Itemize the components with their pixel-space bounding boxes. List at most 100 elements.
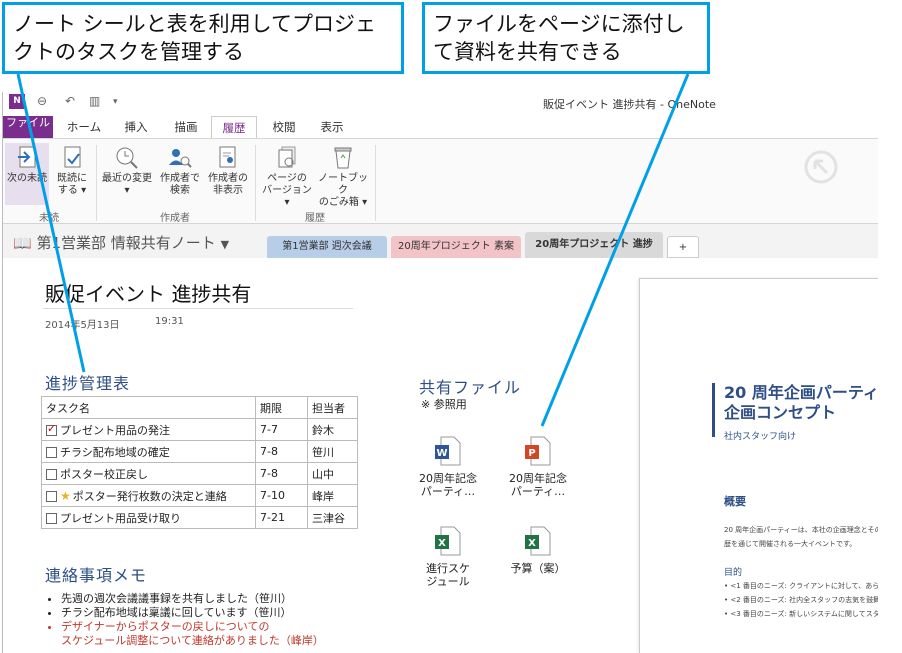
ribbon: 次の未読 既読に する ▾ 未読 最近の変更 ▾ 作成者で 検索 作成者の 非表… — [3, 138, 878, 224]
todo-checkbox[interactable] — [46, 422, 57, 436]
title-underline — [43, 308, 353, 309]
table-row: ポスター校正戻し 7-8 山中 — [41, 462, 358, 485]
undo-icon[interactable]: ↶ — [65, 94, 75, 108]
task-due: 7-8 — [255, 440, 308, 463]
preview-accent-bar — [712, 383, 715, 437]
table-header: 担当者 — [307, 396, 358, 419]
task-owner: 峰岸 — [307, 484, 358, 507]
powerpoint-icon: P — [525, 436, 551, 466]
list-item: チラシ配布地域は稟議に回しています（笹川） — [61, 606, 324, 620]
task-due: 7-8 — [255, 462, 308, 485]
callout-note-tags: ノート シールと表を利用してプロジェクトのタスクを管理する — [2, 2, 404, 74]
group-author-label: 作成者 — [160, 213, 190, 224]
section-tab-weekly[interactable]: 第1営業部 週次会議 — [267, 236, 387, 258]
chevron-down-icon: ▼ — [220, 238, 230, 251]
list-item: スケジュール調整について連絡がありました（峰岸） — [61, 634, 324, 647]
callout-left-text: ノート シールと表を利用してプロジェクトのタスクを管理する — [13, 12, 377, 64]
preview-goal: • <2 番目のニーズ: 社内全スタッフの志気を鼓舞 — [724, 596, 878, 604]
clock-search-icon — [99, 143, 155, 173]
table-row: プレゼント用品受け取り 7-21 三津谷 — [41, 506, 358, 529]
ribbon-divider — [255, 145, 256, 221]
table-header: 期限 — [255, 396, 308, 419]
task-table: タスク名 期限 担当者 プレゼント用品の発注 7-7 鈴木 チラシ配布地域の確定… — [41, 396, 358, 529]
todo-checkbox[interactable] — [46, 469, 57, 480]
title-bar: N ⊖ ↶ ▥ ▾ 販促イベント 進捗共有 - OneNote — [3, 92, 878, 112]
next-unread-icon — [5, 143, 49, 173]
todo-checkbox[interactable] — [46, 491, 57, 502]
onenote-logo-icon: N — [9, 94, 25, 109]
customize-qat-icon[interactable]: ▾ — [113, 97, 118, 107]
table-header-row: タスク名 期限 担当者 — [41, 396, 358, 419]
list-item: デザイナーからポスターの戻しについての — [61, 620, 324, 634]
preview-subtitle: 社内スタッフ向け — [724, 432, 797, 442]
section-tab-draft[interactable]: 20周年プロジェクト 素案 — [391, 236, 521, 258]
shared-files-note: ※ 参照用 — [421, 398, 467, 411]
ribbon-tabs: ファイル ホーム 挿入 描画 履歴 校閲 表示 — [3, 116, 878, 138]
preview-goal: • <1 番目のニーズ: クライアントに対して、あらため — [724, 582, 878, 590]
svg-text:P: P — [528, 448, 535, 459]
notebook-icon: 📖 — [13, 234, 32, 252]
preview-goals-heading: 目的 — [724, 568, 743, 578]
table-header: タスク名 — [41, 396, 256, 419]
notebook-selector[interactable]: 📖 第1営業部 情報共有ノート ▼ — [13, 232, 229, 253]
attached-file-powerpoint[interactable]: P 20周年記念 パーティ… — [503, 436, 573, 498]
notebook-recycle-bin-button[interactable]: ノートブック のごみ箱 ▾ — [315, 143, 371, 208]
mark-read-icon — [51, 143, 93, 173]
person-search-icon — [157, 143, 203, 173]
add-section-button[interactable]: + — [667, 236, 699, 258]
task-name: ポスター校正戻し — [60, 467, 148, 481]
tab-review[interactable]: 校閲 — [261, 116, 307, 138]
word-icon: W — [435, 436, 461, 466]
recycle-bin-icon — [315, 143, 371, 173]
page-versions-button[interactable]: ページの バージョン ▾ — [259, 143, 315, 208]
task-due: 7-10 — [255, 484, 308, 507]
ribbon-divider — [375, 145, 376, 221]
tab-draw[interactable]: 描画 — [163, 116, 209, 138]
group-history-label: 履歴 — [305, 213, 325, 224]
callout-attach-files: ファイルをページに添付して資料を共有できる — [422, 2, 710, 74]
svg-text:X: X — [438, 538, 446, 549]
notebook-bar: 📖 第1営業部 情報共有ノート ▼ 第1営業部 週次会議 20周年プロジェクト … — [3, 224, 878, 258]
table-row: プレゼント用品の発注 7-7 鈴木 — [41, 418, 358, 441]
next-unread-button[interactable]: 次の未読 — [5, 143, 49, 205]
recent-changes-button[interactable]: 最近の変更 ▾ — [99, 143, 155, 205]
onenote-window: N ⊖ ↶ ▥ ▾ 販促イベント 進捗共有 - OneNote ファイル ホーム… — [2, 92, 878, 653]
task-owner: 山中 — [307, 462, 358, 485]
tab-view[interactable]: 表示 — [309, 116, 355, 138]
section-tab-progress[interactable]: 20周年プロジェクト 進捗 — [525, 232, 663, 258]
preview-title: 20 周年企画パーティ 企画コンセプト — [724, 383, 878, 422]
hide-authors-button[interactable]: 作成者の 非表示 — [205, 143, 251, 205]
memo-heading: 連絡事項メモ — [45, 566, 148, 585]
tab-home[interactable]: ホーム — [59, 116, 109, 138]
task-due: 7-21 — [255, 506, 308, 529]
preview-section-heading: 概要 — [724, 495, 746, 508]
attached-file-word[interactable]: W 20周年記念 パーティ… — [413, 436, 483, 498]
find-by-author-button[interactable]: 作成者で 検索 — [157, 143, 203, 205]
mark-read-button[interactable]: 既読に する ▾ — [51, 143, 93, 205]
back-icon[interactable]: ⊖ — [37, 94, 47, 108]
task-name: プレゼント用品の発注 — [60, 423, 170, 437]
tab-insert[interactable]: 挿入 — [113, 116, 159, 138]
page-title[interactable]: 販促イベント 進捗共有 — [45, 278, 251, 307]
todo-checkbox[interactable] — [46, 513, 57, 524]
excel-icon: X — [525, 526, 551, 556]
tab-history[interactable]: 履歴 — [211, 116, 257, 138]
tab-file[interactable]: ファイル — [3, 116, 53, 138]
preview-body: 20 周年企画パーティーは、本社の企画理念とその歩 — [724, 526, 878, 534]
task-name: チラシ配布地域の確定 — [60, 445, 170, 459]
progress-heading: 進捗管理表 — [45, 374, 131, 393]
document-printout-preview[interactable]: 20 周年企画パーティ 企画コンセプト 社内スタッフ向け 概要 20 周年企画パ… — [639, 278, 878, 653]
task-due: 7-7 — [255, 418, 308, 441]
attached-file-excel-budget[interactable]: X 予算（案） — [503, 526, 573, 575]
page-versions-icon — [259, 143, 315, 173]
page-date: 2014年5月13日 — [45, 320, 120, 331]
dock-icon[interactable]: ▥ — [89, 94, 100, 108]
callout-right-text: ファイルをページに添付して資料を共有できる — [433, 12, 685, 64]
todo-checkbox[interactable] — [46, 447, 57, 458]
hide-authors-icon — [205, 143, 251, 173]
svg-text:X: X — [528, 538, 536, 549]
task-owner: 笹川 — [307, 440, 358, 463]
attached-file-excel-schedule[interactable]: X 進行スケ ジュール — [413, 526, 483, 588]
ribbon-divider — [96, 145, 97, 221]
svg-text:W: W — [436, 448, 447, 459]
